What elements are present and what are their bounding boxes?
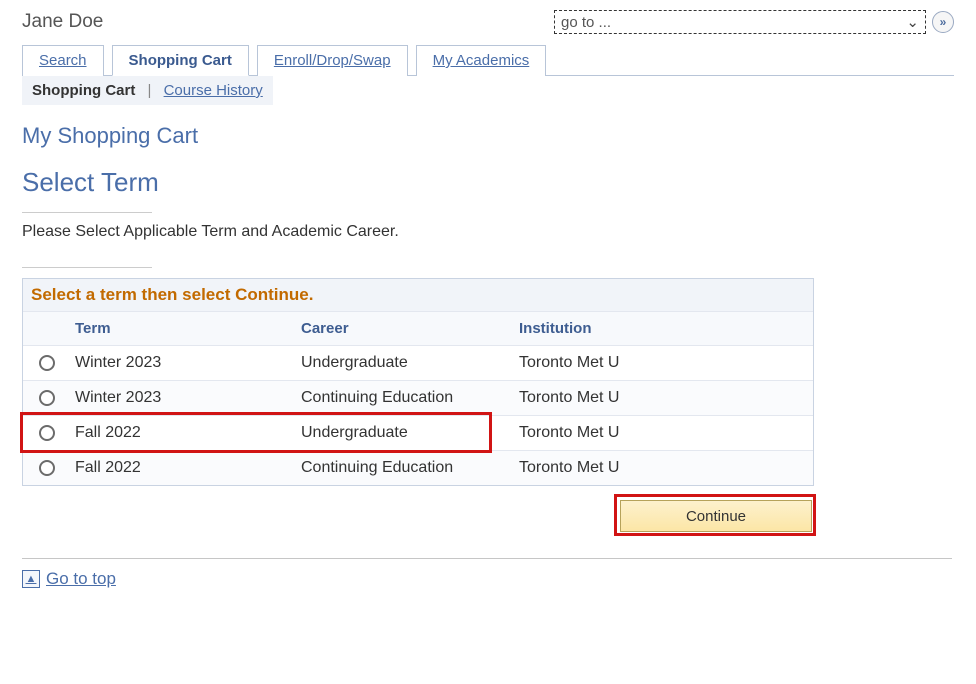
table-row: Fall 2022 Undergraduate Toronto Met U <box>23 415 813 450</box>
go-to-top-label: Go to top <box>46 569 116 589</box>
cell-institution: Toronto Met U <box>515 346 813 380</box>
main-tabs: Search Shopping Cart Enroll/Drop/Swap My… <box>22 44 954 76</box>
term-table-header: Term Career Institution <box>23 311 813 345</box>
tab-search[interactable]: Search <box>22 45 104 76</box>
goto-select[interactable]: go to ... ⌄ <box>554 10 926 34</box>
cell-career: Undergraduate <box>297 416 515 450</box>
cell-institution: Toronto Met U <box>515 381 813 415</box>
goto-selected-label: go to ... <box>561 14 611 31</box>
cell-term: Winter 2023 <box>71 381 297 415</box>
col-header-term: Term <box>71 312 297 345</box>
sub-tabs: Shopping Cart | Course History <box>22 76 273 105</box>
col-header-institution: Institution <box>515 312 813 345</box>
cell-career: Continuing Education <box>297 451 515 485</box>
col-header-career: Career <box>297 312 515 345</box>
cell-term: Fall 2022 <box>71 416 297 450</box>
table-row: Winter 2023 Undergraduate Toronto Met U <box>23 345 813 380</box>
subtab-course-history[interactable]: Course History <box>164 82 263 99</box>
term-radio[interactable] <box>39 390 55 406</box>
cell-term: Winter 2023 <box>71 346 297 380</box>
continue-button[interactable]: Continue <box>620 500 812 532</box>
term-radio[interactable] <box>39 355 55 371</box>
tab-shopping-cart[interactable]: Shopping Cart <box>112 45 249 76</box>
double-arrow-icon: » <box>940 15 947 29</box>
page-heading: My Shopping Cart <box>22 123 954 149</box>
tab-my-academics[interactable]: My Academics <box>416 45 547 76</box>
subtab-shopping-cart[interactable]: Shopping Cart <box>32 82 135 99</box>
go-button[interactable]: » <box>932 11 954 33</box>
pipe-separator: | <box>148 82 152 99</box>
go-to-top-link[interactable]: ▲ Go to top <box>22 569 954 589</box>
tab-enroll-drop-swap[interactable]: Enroll/Drop/Swap <box>257 45 408 76</box>
term-table-title: Select a term then select Continue. <box>23 279 813 311</box>
divider <box>22 267 152 268</box>
cell-institution: Toronto Met U <box>515 451 813 485</box>
instruction-text: Please Select Applicable Term and Academ… <box>22 223 954 241</box>
term-radio[interactable] <box>39 425 55 441</box>
cell-career: Continuing Education <box>297 381 515 415</box>
divider <box>22 212 152 213</box>
user-name: Jane Doe <box>22 11 103 33</box>
cell-term: Fall 2022 <box>71 451 297 485</box>
table-row: Fall 2022 Continuing Education Toronto M… <box>23 450 813 485</box>
term-table: Select a term then select Continue. Term… <box>22 278 814 486</box>
cell-career: Undergraduate <box>297 346 515 380</box>
divider <box>22 558 952 559</box>
chevron-down-icon: ⌄ <box>906 13 919 31</box>
term-radio[interactable] <box>39 460 55 476</box>
section-heading: Select Term <box>22 167 954 198</box>
table-row: Winter 2023 Continuing Education Toronto… <box>23 380 813 415</box>
go-to-top-icon: ▲ <box>22 570 40 588</box>
cell-institution: Toronto Met U <box>515 416 813 450</box>
